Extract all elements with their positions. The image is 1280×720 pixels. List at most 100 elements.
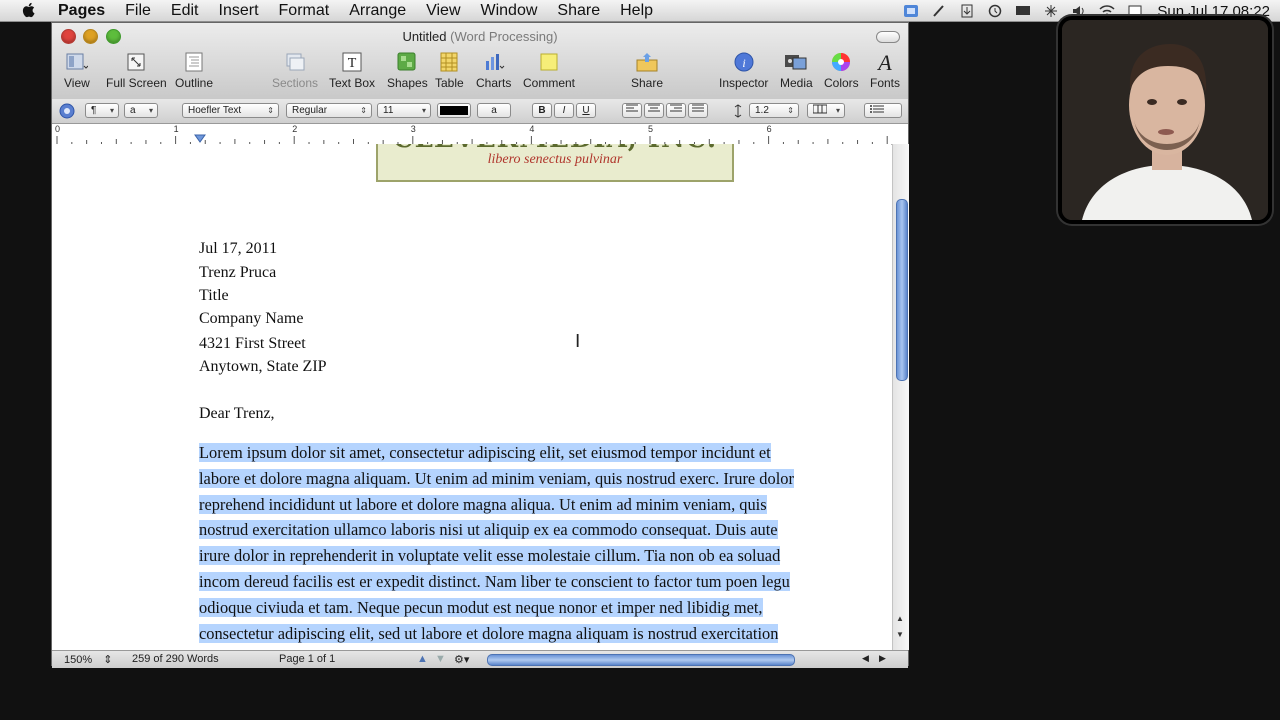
highlight-label: a bbox=[491, 105, 497, 116]
shapes-button[interactable]: Shapes bbox=[387, 51, 428, 90]
document-canvas[interactable]: CLEVERMEDIA, INC. libero senectus pulvin… bbox=[52, 144, 891, 650]
gear-icon[interactable]: ⚙▾ bbox=[454, 653, 469, 666]
menu-pages[interactable]: Pages bbox=[58, 2, 105, 20]
window-title-suffix: (Word Processing) bbox=[450, 29, 558, 44]
script-status-icon[interactable] bbox=[931, 4, 947, 18]
font-family-popup[interactable]: Hoefler Text ⇕ bbox=[182, 103, 279, 118]
menu-window[interactable]: Window bbox=[481, 2, 538, 20]
align-left-button[interactable] bbox=[622, 103, 642, 118]
status-bar: 150% ⇕ 259 of 290 Words Page 1 of 1 ▲ ▼ … bbox=[52, 650, 908, 668]
info-icon: i bbox=[732, 51, 756, 73]
network-status-icon[interactable] bbox=[1043, 4, 1059, 18]
menu-file[interactable]: File bbox=[125, 2, 151, 20]
italic-button[interactable]: I bbox=[554, 103, 574, 118]
align-center-button[interactable] bbox=[644, 103, 664, 118]
list-style-popup[interactable] bbox=[864, 103, 902, 118]
character-style-popup[interactable]: a ▾ bbox=[124, 103, 158, 118]
text-color-well[interactable] bbox=[437, 103, 471, 118]
scroll-left-arrow-icon[interactable]: ◀ bbox=[862, 653, 869, 664]
colors-button[interactable]: Colors bbox=[824, 51, 859, 90]
salutation[interactable]: Dear Trenz, bbox=[199, 405, 275, 423]
menu-arrange[interactable]: Arrange bbox=[349, 2, 406, 20]
zoom-label: 150% bbox=[64, 654, 93, 666]
time-machine-icon[interactable] bbox=[987, 4, 1003, 18]
paragraph-style-popup[interactable]: ¶ ▾ bbox=[85, 103, 119, 118]
zoom-popup[interactable]: 150% ⇕ bbox=[64, 653, 112, 666]
recipient-name[interactable]: Trenz Pruca bbox=[199, 264, 276, 282]
highlight-color-well[interactable]: a bbox=[477, 103, 511, 118]
font-style-popup[interactable]: Regular ⇕ bbox=[286, 103, 372, 118]
line-spacing-field[interactable]: 1.2 ⇕ bbox=[749, 103, 799, 118]
ruler[interactable]: 0 1 2 3 4 5 6 bbox=[52, 124, 908, 145]
svg-text:i: i bbox=[742, 56, 745, 70]
menu-format[interactable]: Format bbox=[279, 2, 330, 20]
body-paragraph[interactable]: Lorem ipsum dolor sit amet, consectetur … bbox=[199, 440, 891, 646]
color-wheel-icon bbox=[829, 51, 853, 73]
scroll-right-arrow-icon[interactable]: ▶ bbox=[879, 653, 886, 664]
text-box-button[interactable]: T Text Box bbox=[329, 51, 375, 90]
scroll-down-arrow-icon[interactable]: ▼ bbox=[896, 630, 904, 639]
scroll-up-arrow-icon[interactable]: ▲ bbox=[896, 614, 904, 623]
colors-label: Colors bbox=[824, 76, 859, 90]
outline-button[interactable]: Outline bbox=[175, 51, 213, 90]
full-screen-button[interactable]: Full Screen bbox=[106, 51, 167, 90]
ruler-number: 0 bbox=[55, 124, 61, 134]
letter-date[interactable]: Jul 17, 2011 bbox=[199, 240, 277, 258]
selected-text: Lorem ipsum dolor sit amet, consectetur … bbox=[199, 443, 771, 462]
view-label: View bbox=[64, 76, 90, 90]
menu-help[interactable]: Help bbox=[620, 2, 653, 20]
horizontal-scroll-thumb[interactable] bbox=[487, 654, 795, 666]
apple-menu-icon[interactable] bbox=[20, 1, 38, 19]
chevron-down-icon: ▾ bbox=[421, 106, 426, 115]
selected-text: irure dolor in reprehenderit in voluptat… bbox=[199, 546, 781, 566]
toolbar-toggle-button[interactable] bbox=[876, 31, 900, 43]
text-box-icon: T bbox=[340, 51, 364, 73]
view-button[interactable]: View bbox=[64, 51, 90, 90]
selected-text: odioque civiuda et tam. Neque pecun modu… bbox=[199, 597, 763, 617]
inspector-button[interactable]: i Inspector bbox=[719, 51, 768, 90]
recipient-street[interactable]: 4321 First Street bbox=[199, 335, 306, 353]
menu-insert[interactable]: Insert bbox=[219, 2, 259, 20]
menu-view[interactable]: View bbox=[426, 2, 460, 20]
left-indent-marker-icon[interactable] bbox=[194, 134, 206, 144]
finder-status-icon[interactable] bbox=[903, 4, 919, 18]
media-button[interactable]: Media bbox=[780, 51, 813, 90]
recipient-title[interactable]: Title bbox=[199, 287, 229, 305]
bold-button[interactable]: B bbox=[532, 103, 552, 118]
line-spacing-icon bbox=[734, 104, 742, 118]
table-button[interactable]: Table bbox=[435, 51, 464, 90]
next-page-icon[interactable]: ▼ bbox=[435, 653, 446, 665]
download-status-icon[interactable] bbox=[959, 4, 975, 18]
chevron-down-icon: ▾ bbox=[835, 106, 840, 115]
shapes-icon bbox=[395, 51, 419, 73]
recipient-city[interactable]: Anytown, State ZIP bbox=[199, 358, 327, 376]
underline-button[interactable]: U bbox=[576, 103, 596, 118]
window-title: Untitled (Word Processing) bbox=[52, 29, 908, 44]
menu-edit[interactable]: Edit bbox=[171, 2, 199, 20]
vertical-scroll-thumb[interactable] bbox=[896, 199, 908, 381]
sections-icon bbox=[283, 51, 307, 73]
selected-text: consectetur adipiscing elit, sed ut labo… bbox=[199, 623, 779, 643]
previous-page-icon[interactable]: ▲ bbox=[417, 653, 428, 665]
justify-button[interactable] bbox=[688, 103, 708, 118]
charts-button[interactable]: Charts bbox=[476, 51, 511, 90]
comment-button[interactable]: Comment bbox=[523, 51, 575, 90]
vertical-scrollbar[interactable]: ▲ ▼ bbox=[892, 144, 909, 650]
fonts-button[interactable]: A Fonts bbox=[870, 51, 900, 90]
menu-share[interactable]: Share bbox=[557, 2, 600, 20]
company-logo[interactable]: CLEVERMEDIA, INC. libero senectus pulvin… bbox=[376, 144, 734, 182]
media-label: Media bbox=[780, 76, 813, 90]
align-right-button[interactable] bbox=[666, 103, 686, 118]
fonts-label: Fonts bbox=[870, 76, 901, 90]
styles-drawer-icon[interactable] bbox=[59, 103, 75, 119]
sections-button[interactable]: Sections bbox=[272, 51, 318, 90]
font-size-field[interactable]: 11 ▾ bbox=[377, 103, 431, 118]
display-status-icon[interactable] bbox=[1015, 4, 1031, 18]
align-left-icon bbox=[626, 104, 638, 112]
columns-popup[interactable]: ▾ bbox=[807, 103, 845, 118]
share-button[interactable]: Share bbox=[631, 51, 663, 90]
recipient-company[interactable]: Company Name bbox=[199, 310, 303, 328]
media-icon bbox=[784, 51, 808, 73]
stepper-icon: ⇕ bbox=[103, 654, 113, 666]
full-screen-label: Full Screen bbox=[106, 76, 167, 90]
